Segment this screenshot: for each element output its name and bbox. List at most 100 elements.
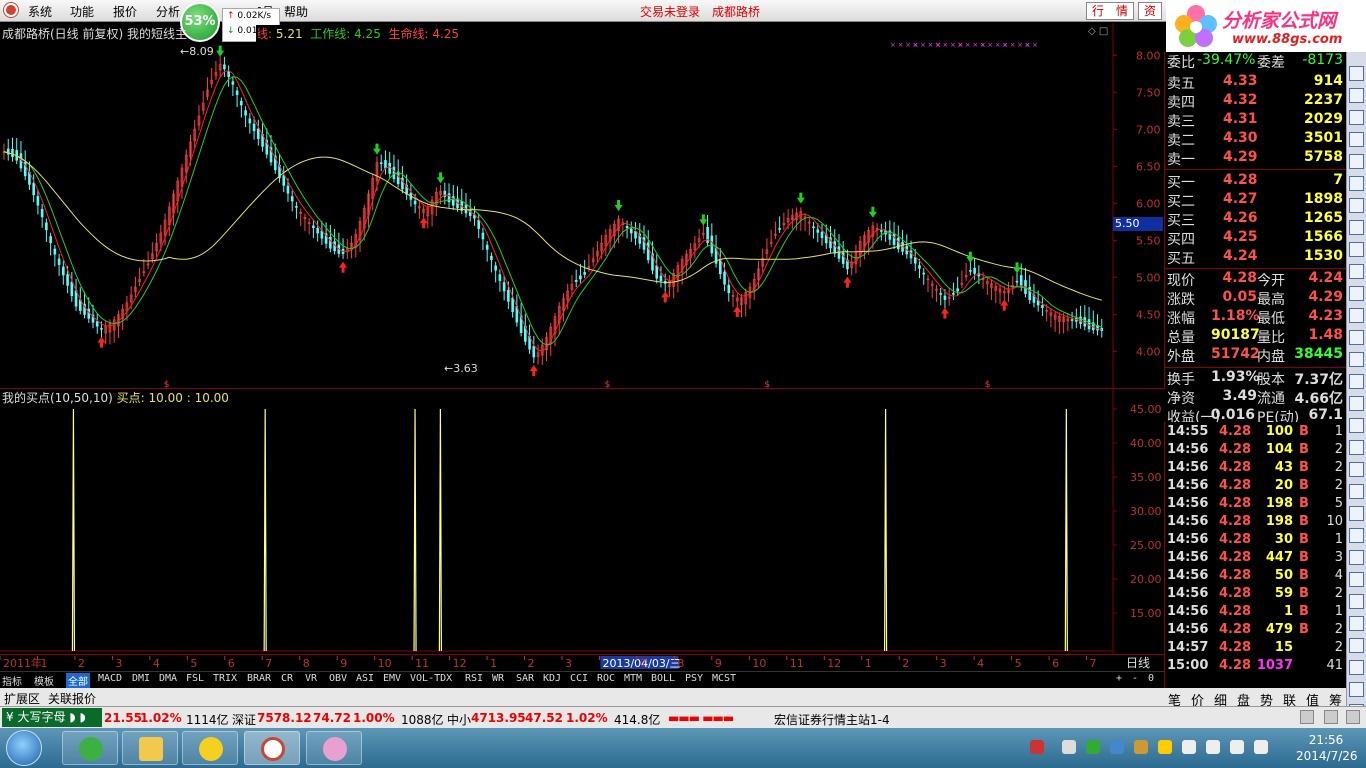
system-clock[interactable]: 21:56 2014/7/26 (1296, 732, 1358, 764)
indicator-tab[interactable]: MTM (624, 673, 642, 684)
down-arrow-icon[interactable] (1349, 484, 1364, 499)
tools-icon[interactable] (1349, 418, 1364, 433)
tray-icon-5[interactable] (1134, 740, 1148, 754)
indicator-tab[interactable]: 模板 (34, 673, 54, 688)
table-icon[interactable] (1349, 374, 1364, 389)
fi-icon[interactable] (1349, 594, 1364, 609)
tray-icon-6[interactable] (1158, 740, 1172, 754)
candle-body (481, 232, 485, 240)
grid-icon[interactable] (1349, 528, 1364, 543)
candle-body (939, 293, 943, 295)
related-quote-tab[interactable]: 关联报价 (48, 690, 96, 707)
shield-icon[interactable] (1110, 740, 1124, 754)
signal-icon[interactable] (1254, 740, 1268, 754)
tray-icon-3[interactable] (1086, 740, 1100, 754)
kline-panel[interactable]: 8.00 7.50 7.00 6.50 6.00 5.50 5.00 4.50 4.00 $ $ $ $… (0, 23, 1164, 389)
quote-button[interactable]: 行 情 (1086, 2, 1134, 20)
indicator-tab[interactable]: 全部 (66, 673, 90, 688)
window-icon[interactable] (1349, 506, 1364, 521)
zoom-icon[interactable] (1349, 462, 1364, 477)
tab-control-button[interactable]: - (1132, 673, 1138, 684)
tab-control-button[interactable]: 0 (1148, 673, 1154, 684)
fiz-icon[interactable] (1349, 638, 1364, 653)
tick-list[interactable]: 14:55 4.28 100 B 1 14:56 4.28 104 B 2 14:56 4.28 43 B… (1164, 422, 1346, 688)
indicator-tab[interactable]: TRIX (213, 673, 237, 684)
panel-controls-icon[interactable]: ◇ □ (1088, 26, 1108, 37)
indicator-panel[interactable]: 45.00 40.00 35.00 30.00 25.00 20.00 15.00 我的买点… (0, 389, 1164, 654)
book-icon[interactable] (1349, 352, 1364, 367)
list-icon[interactable] (1349, 660, 1364, 675)
help-icon[interactable] (1349, 440, 1364, 455)
taskbar-stock-app[interactable] (244, 731, 300, 765)
tab-control-button[interactable]: + (1116, 673, 1122, 684)
network-icon[interactable] (1230, 740, 1244, 754)
fiz-icon[interactable] (1349, 242, 1364, 257)
taskbar-paint[interactable] (306, 731, 362, 765)
kline-chart[interactable]: 8.00 7.50 7.00 6.50 6.00 5.50 5.00 4.50 4.00 $ $ $ $… (0, 23, 1164, 389)
fi-icon[interactable] (1349, 198, 1364, 213)
settings-icon[interactable] (1349, 396, 1364, 411)
volume-icon[interactable] (1182, 740, 1196, 754)
indicator-tab[interactable]: 指标 (2, 673, 22, 688)
indicator-tab[interactable]: ASI (356, 673, 374, 684)
ime-indicator[interactable]: ¥ 大写字母 ◗ ◗ (2, 708, 102, 727)
indicator-tab[interactable]: DMI (132, 673, 150, 684)
kline-icon[interactable] (1349, 572, 1364, 587)
list-icon[interactable] (1349, 264, 1364, 279)
rsi-icon[interactable] (1349, 286, 1364, 301)
move-icon[interactable] (1349, 308, 1364, 323)
kline-icon[interactable] (1349, 176, 1364, 191)
taskbar-app-1[interactable] (62, 731, 118, 765)
indicator-tab[interactable]: RSI (465, 673, 483, 684)
flag-icon[interactable] (1206, 740, 1220, 754)
down-arrow-icon[interactable] (1349, 88, 1364, 103)
start-button-icon[interactable] (6, 730, 42, 766)
indicator-tab[interactable]: WR (492, 673, 504, 684)
indicator-tab[interactable]: MACD (98, 673, 122, 684)
tray-icon-1[interactable] (1030, 740, 1044, 754)
zoom-icon[interactable] (1349, 66, 1364, 81)
stat-value: 67.1 (1308, 407, 1343, 423)
candle-body (70, 281, 74, 297)
chart-icon[interactable] (1349, 550, 1364, 565)
grid-icon[interactable] (1349, 132, 1364, 147)
status-icon-1[interactable] (1300, 710, 1314, 724)
status-icon-3[interactable] (1346, 710, 1360, 724)
indicator-tab[interactable]: VR (305, 673, 317, 684)
f10-icon[interactable] (1349, 220, 1364, 235)
indicator-tab[interactable]: CCI (570, 673, 588, 684)
indicator-tab[interactable]: OBV (329, 673, 347, 684)
menu-quote[interactable]: 报价 (113, 3, 137, 20)
status-icon-2[interactable] (1324, 710, 1338, 724)
period-label[interactable]: 日线 (1126, 656, 1150, 670)
indicator-tab[interactable]: EMV (383, 673, 401, 684)
indicator-tab[interactable]: CR (281, 673, 293, 684)
rsi-icon[interactable] (1349, 682, 1364, 697)
taskbar-app-3[interactable] (182, 731, 238, 765)
indicator-tab[interactable]: BOLL (651, 673, 675, 684)
indicator-tab[interactable]: KDJ (543, 673, 561, 684)
indicator-tab[interactable]: BRAR (247, 673, 271, 684)
chart-icon[interactable] (1349, 154, 1364, 169)
calc-icon[interactable] (1349, 330, 1364, 345)
extension-area-tab[interactable]: 扩展区 (4, 690, 40, 707)
level-label: 卖三 (1167, 114, 1195, 130)
indicator-tab[interactable]: FSL (186, 673, 204, 684)
buy-point-chart[interactable]: 45.00 40.00 35.00 30.00 25.00 20.00 15.00 (0, 389, 1164, 654)
indicator-tab[interactable]: DMA (159, 673, 177, 684)
menu-function[interactable]: 功能 (70, 3, 94, 20)
indicator-tab[interactable]: MCST (712, 673, 736, 684)
tray-icon-2[interactable] (1062, 740, 1076, 754)
indicator-tab[interactable]: VOL-TDX (410, 673, 452, 684)
taskbar-explorer[interactable] (122, 731, 178, 765)
window-icon[interactable] (1349, 110, 1364, 125)
menu-help[interactable]: 帮助 (284, 3, 308, 20)
f10-icon[interactable] (1349, 616, 1364, 631)
indicator-tab[interactable]: SAR (516, 673, 534, 684)
trade-button[interactable]: 资 (1138, 2, 1162, 20)
tick-price: 4.28 (1219, 586, 1252, 601)
tick-time: 14:56 (1167, 622, 1209, 637)
indicator-tab[interactable]: PSY (685, 673, 703, 684)
menu-system[interactable]: 系统 (28, 3, 52, 20)
indicator-tab[interactable]: ROC (597, 673, 615, 684)
